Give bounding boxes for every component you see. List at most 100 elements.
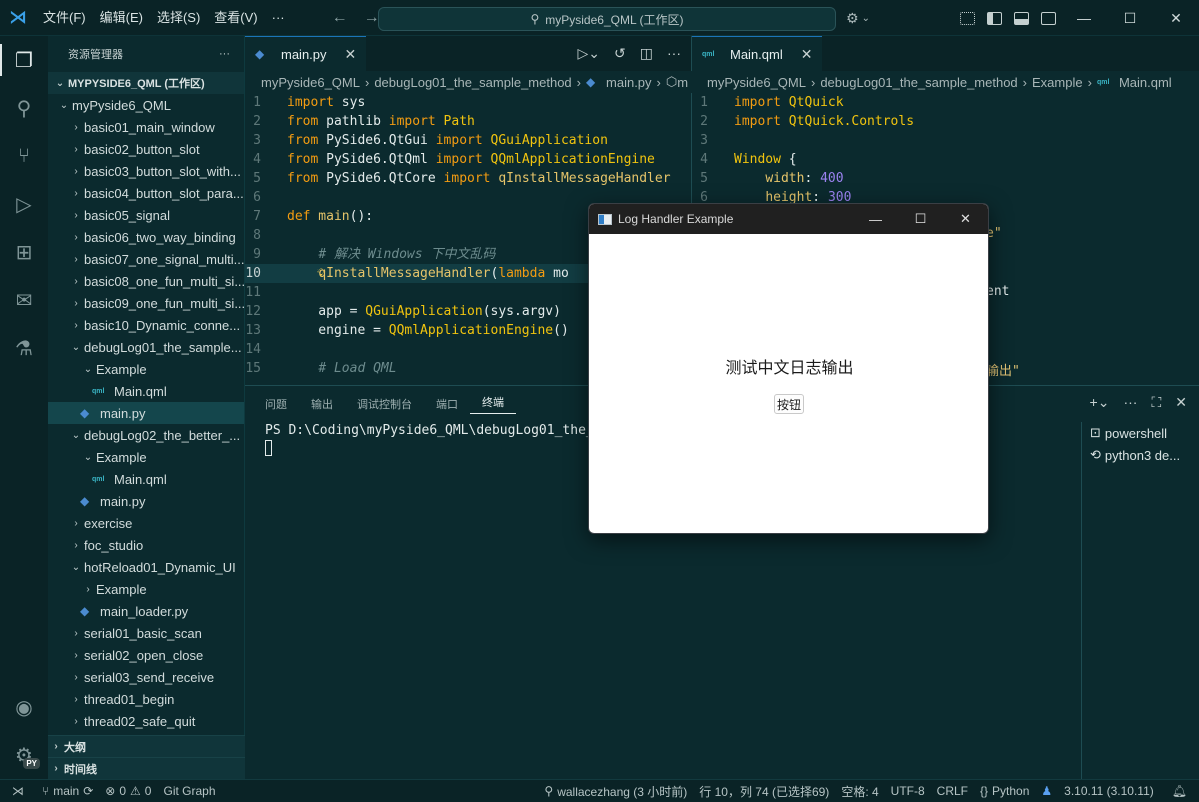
git-graph-button[interactable]: Git Graph	[157, 784, 221, 798]
tab-output[interactable]: 输出	[299, 396, 345, 412]
terminal-item-powershell[interactable]: ⊡ powershell	[1082, 422, 1199, 444]
menu-selection[interactable]: 选择(S)	[150, 0, 207, 36]
run-debug-icon[interactable]: ▷	[0, 180, 48, 228]
menu-file[interactable]: 文件(F)	[36, 0, 93, 36]
extensions-icon[interactable]: ⊞	[0, 228, 48, 276]
tree-folder[interactable]: › basic03_button_slot_with...	[48, 160, 244, 182]
timeline-icon[interactable]: ↺	[614, 45, 626, 62]
tab-ports[interactable]: 端口	[424, 396, 470, 412]
encoding[interactable]: UTF-8	[885, 784, 931, 798]
indentation[interactable]: 空格: 4	[835, 783, 884, 800]
breadcrumb-item[interactable]: Main.qml	[1119, 75, 1172, 90]
tree-folder[interactable]: › serial01_basic_scan	[48, 622, 244, 644]
window-titlebar[interactable]: Log Handler Example — ☐ ✕	[589, 204, 988, 234]
toggle-secondary-sidebar-icon[interactable]	[1041, 11, 1056, 25]
source-control-icon[interactable]: ⑂	[0, 132, 48, 180]
tab-debug-console[interactable]: 调试控制台	[345, 396, 424, 412]
breadcrumb-item[interactable]: debugLog01_the_sample_method	[820, 75, 1017, 90]
tree-folder[interactable]: ⌄ Example	[48, 446, 244, 468]
toggle-panel-icon[interactable]	[1014, 11, 1029, 25]
terminal-prompt[interactable]: PS D:\Coding\myPyside6_QML\debugLog01_th…	[265, 423, 625, 438]
cursor-position[interactable]: 行 10，列 74 (已选择69)	[693, 783, 835, 800]
git-blame[interactable]: ⚲ wallacezhang (3 小时前)	[538, 783, 693, 800]
menu-view[interactable]: 查看(V)	[207, 0, 264, 36]
breadcrumb-item[interactable]: main.py	[606, 75, 652, 90]
close-panel-icon[interactable]: ✕	[1175, 394, 1187, 411]
tree-folder[interactable]: › basic07_one_signal_multi...	[48, 248, 244, 270]
more-actions-icon[interactable]: ···	[1123, 394, 1137, 411]
python-interpreter[interactable]: 3.10.11 (3.10.11)	[1058, 784, 1160, 798]
new-terminal-icon[interactable]: +⌄	[1090, 394, 1110, 411]
tree-file[interactable]: ◆ main.py	[48, 490, 244, 512]
testing-flask-icon[interactable]: ⚗	[0, 324, 48, 372]
breadcrumb-item[interactable]: myPyside6_QML	[707, 75, 806, 90]
tree-folder[interactable]: › basic09_one_fun_multi_si...	[48, 292, 244, 314]
tree-folder[interactable]: › thread01_begin	[48, 688, 244, 710]
breadcrumb-item[interactable]: debugLog01_the_sample_method	[374, 75, 571, 90]
tree-folder[interactable]: ⌄ Example	[48, 358, 244, 380]
tab-main-qml[interactable]: qml Main.qml ✕	[692, 36, 823, 71]
action-button[interactable]: 按钮	[774, 394, 804, 414]
breadcrumb-item[interactable]: Example	[1032, 75, 1083, 90]
account-icon[interactable]: ◉	[0, 683, 48, 731]
split-editor-icon[interactable]: ◫	[640, 45, 653, 62]
tree-folder[interactable]: › basic06_two_way_binding	[48, 226, 244, 248]
close-icon[interactable]: ✕	[943, 204, 988, 234]
copilot-menu[interactable]: ⚙ ⌄	[846, 0, 870, 36]
tree-folder[interactable]: ⌄ hotReload01_Dynamic_UI	[48, 556, 244, 578]
tree-folder[interactable]: ⌄ myPyside6_QML	[48, 94, 244, 116]
language-mode[interactable]: {} Python	[974, 784, 1035, 798]
timeline-section[interactable]: › 时间线	[48, 757, 245, 779]
breadcrumb-item[interactable]: m	[677, 75, 688, 90]
copilot-status-icon[interactable]: ♟	[1035, 784, 1058, 798]
tree-file[interactable]: ◆ main_loader.py	[48, 600, 244, 622]
tree-file[interactable]: ◆ main.py	[48, 402, 244, 424]
tree-folder[interactable]: › Example	[48, 578, 244, 600]
workspace-header[interactable]: ⌄ MYPYSIDE6_QML (工作区)	[48, 72, 244, 94]
menu-more[interactable]: ···	[265, 0, 292, 36]
line-ending[interactable]: CRLF	[931, 784, 974, 798]
customize-layout-icon[interactable]	[960, 11, 975, 25]
minimize-icon[interactable]: —	[853, 204, 898, 234]
outline-section[interactable]: › 大纲	[48, 735, 245, 757]
tree-folder[interactable]: › basic04_button_slot_para...	[48, 182, 244, 204]
minimize-icon[interactable]: —	[1061, 0, 1107, 36]
run-icon[interactable]: ▷⌄	[578, 45, 601, 62]
lightbulb-icon[interactable]: 💡︎	[317, 264, 325, 283]
problems-indicator[interactable]: ⊗ 0 ⚠ 0	[99, 784, 157, 798]
search-view-icon[interactable]: ⚲	[0, 84, 48, 132]
maximize-panel-icon[interactable]: ⛶	[1151, 394, 1161, 411]
terminal-item-python[interactable]: ⟲ python3 de...	[1082, 444, 1199, 466]
command-center-search[interactable]: ⚲ myPyside6_QML (工作区)	[378, 7, 836, 31]
tree-folder[interactable]: › basic08_one_fun_multi_si...	[48, 270, 244, 292]
settings-gear-icon[interactable]: ⚙ PY	[0, 731, 48, 779]
more-actions-icon[interactable]: ···	[667, 45, 681, 62]
tree-folder[interactable]: › exercise	[48, 512, 244, 534]
remote-icon[interactable]: ⋊	[0, 784, 36, 798]
back-arrow-icon[interactable]: ←	[332, 9, 348, 27]
tab-problems[interactable]: 问题	[253, 396, 299, 412]
tree-folder[interactable]: › basic10_Dynamic_conne...	[48, 314, 244, 336]
tree-file[interactable]: qml Main.qml	[48, 468, 244, 490]
close-icon[interactable]: ✕	[1153, 0, 1199, 36]
toggle-primary-sidebar-icon[interactable]	[987, 11, 1002, 25]
tab-main-py[interactable]: ◆ main.py ✕	[245, 36, 367, 71]
explorer-icon[interactable]: ❐	[0, 36, 48, 84]
tree-folder[interactable]: › foc_studio	[48, 534, 244, 556]
tree-folder[interactable]: › basic01_main_window	[48, 116, 244, 138]
close-tab-icon[interactable]: ✕	[801, 46, 813, 63]
tree-folder[interactable]: › basic02_button_slot	[48, 138, 244, 160]
menu-edit[interactable]: 编辑(E)	[93, 0, 150, 36]
close-tab-icon[interactable]: ✕	[345, 46, 357, 63]
tree-folder[interactable]: › serial02_open_close	[48, 644, 244, 666]
chat-icon[interactable]: ✉	[0, 276, 48, 324]
tab-terminal[interactable]: 终端	[470, 394, 516, 414]
notifications-bell-icon[interactable]: 🔔︎	[1160, 784, 1199, 798]
branch-indicator[interactable]: ⑂ main ⟳	[36, 784, 99, 798]
tree-file[interactable]: qml Main.qml	[48, 380, 244, 402]
tree-folder[interactable]: › basic05_signal	[48, 204, 244, 226]
maximize-icon[interactable]: ☐	[898, 204, 943, 234]
tree-folder[interactable]: ⌄ debugLog01_the_sample...	[48, 336, 244, 358]
explorer-more-icon[interactable]: ···	[219, 48, 230, 60]
maximize-icon[interactable]: ☐	[1107, 0, 1153, 36]
